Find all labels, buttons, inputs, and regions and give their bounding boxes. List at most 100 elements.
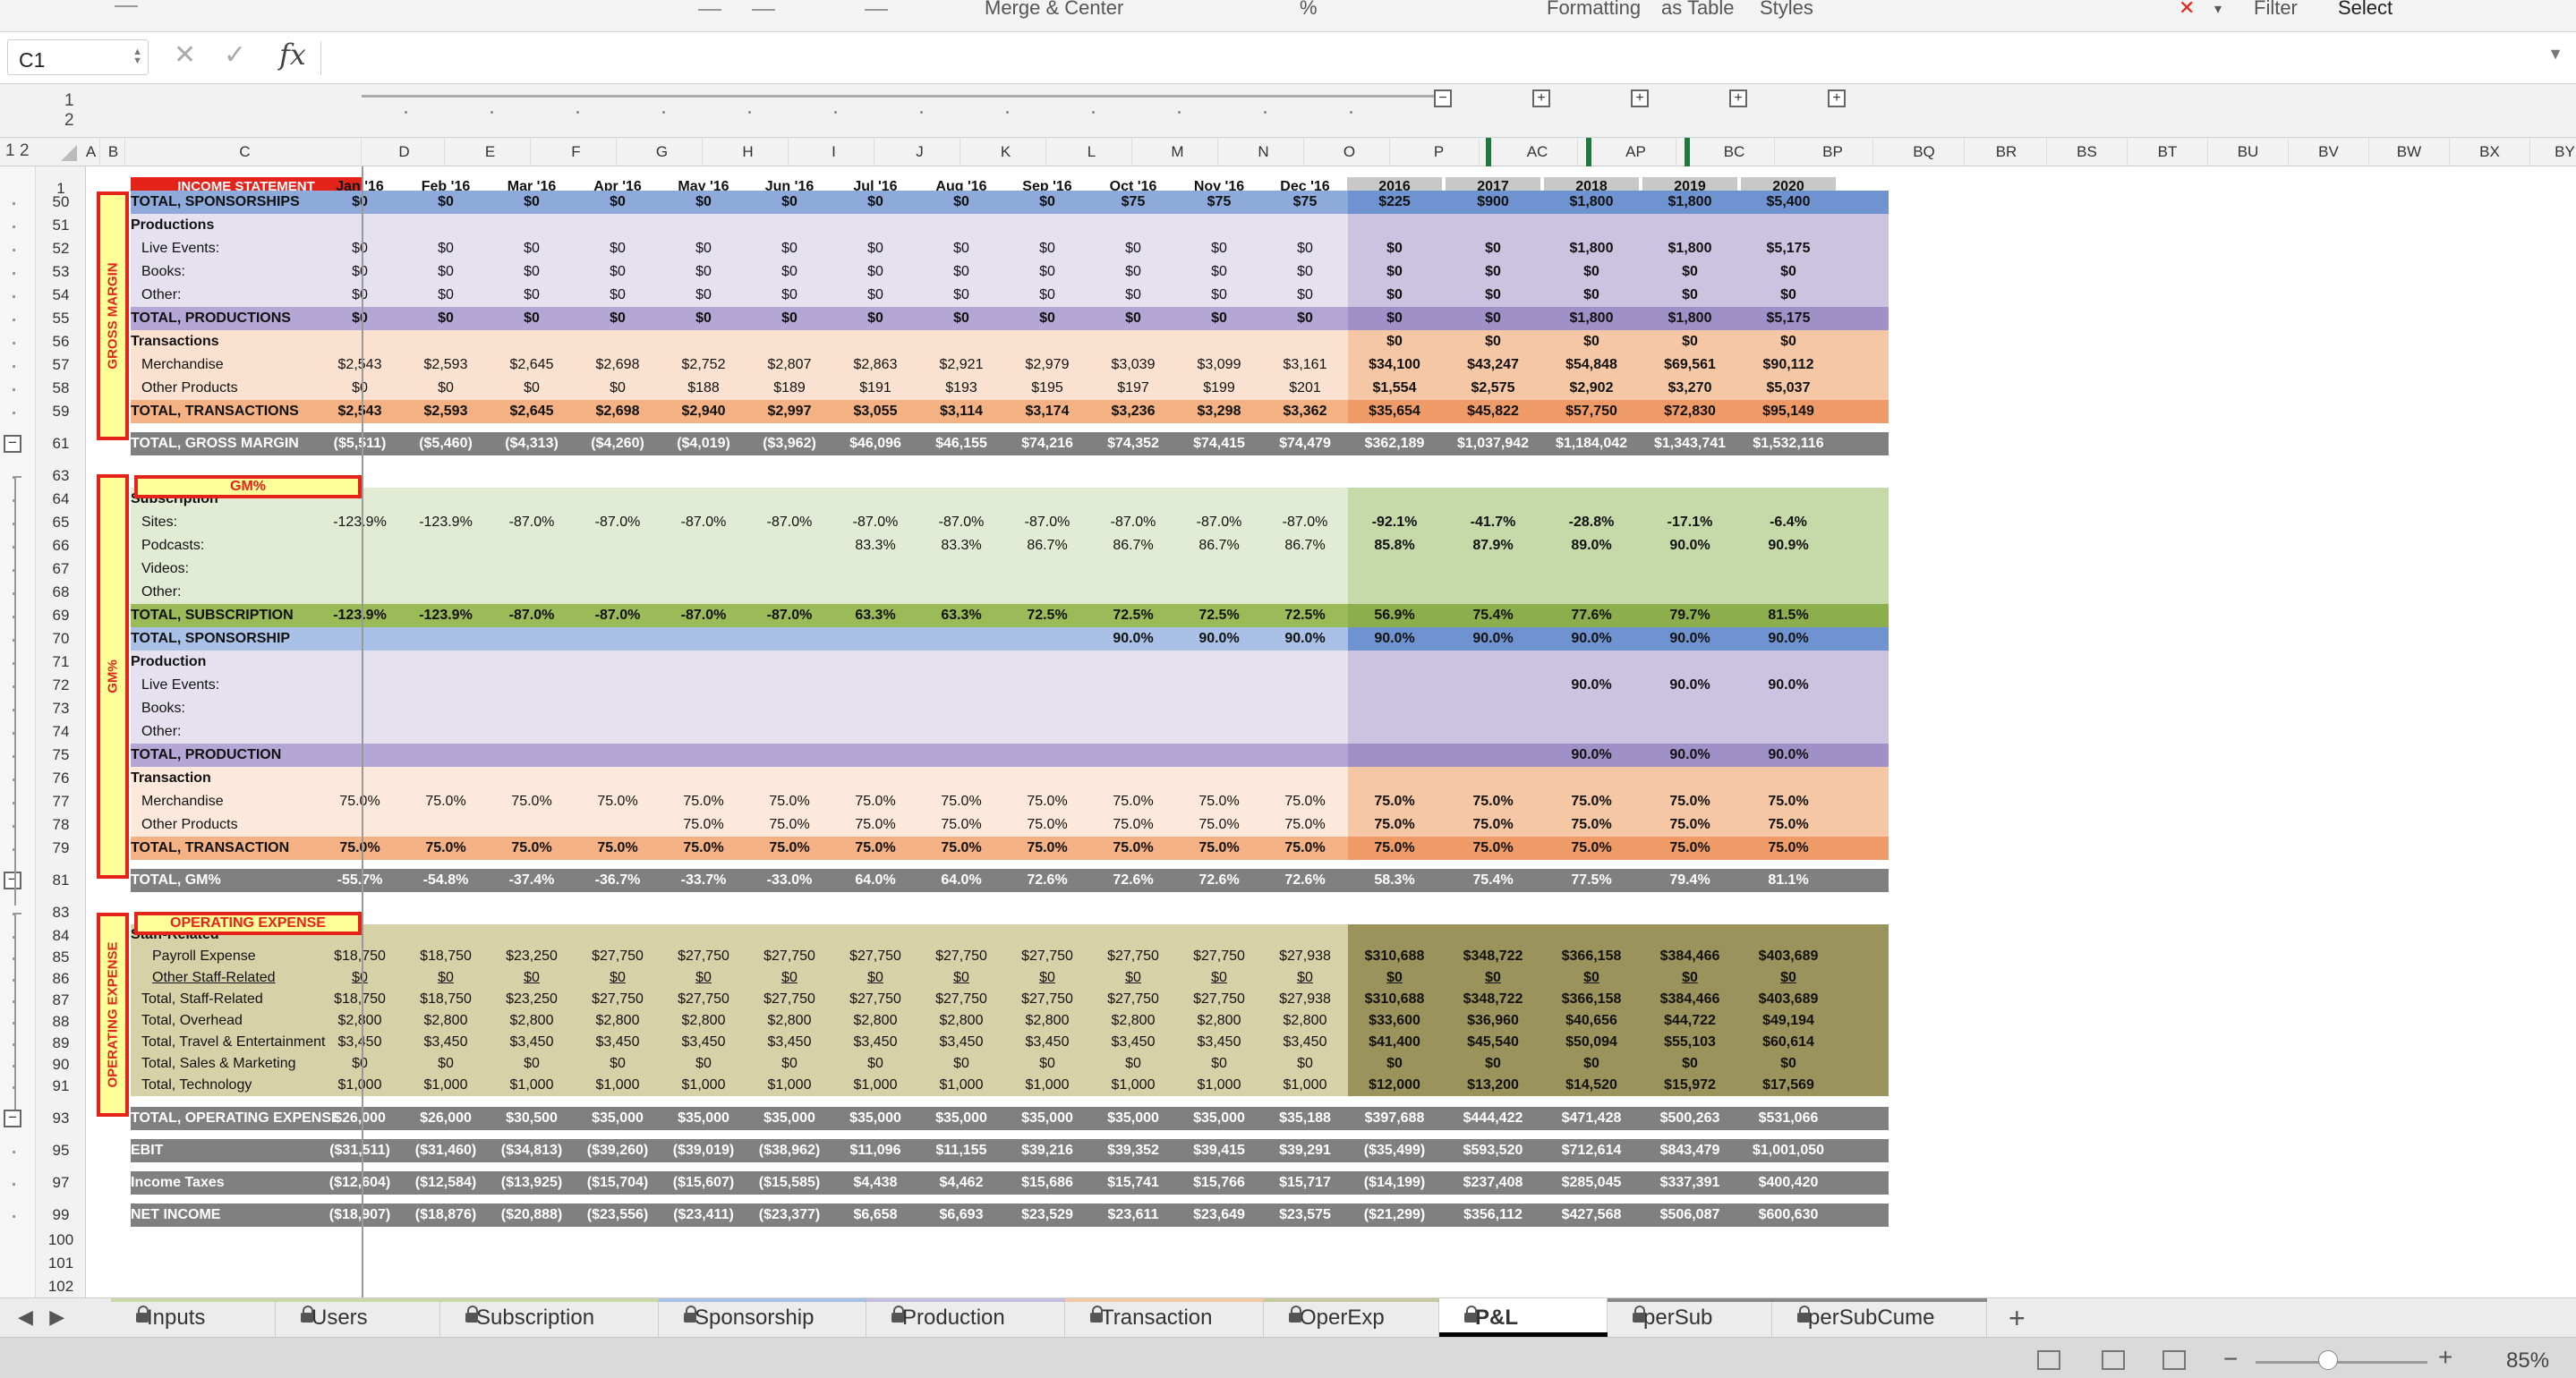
value-cell[interactable]: $600,630 xyxy=(1741,1204,1836,1227)
value-cell[interactable]: $35,188 xyxy=(1264,1107,1346,1130)
merge-center-button[interactable]: Merge & Center xyxy=(985,0,1123,20)
row-header[interactable]: 89 xyxy=(36,1032,86,1055)
value-cell[interactable]: $0 xyxy=(920,307,1002,330)
value-cell[interactable]: $0 xyxy=(1006,1053,1088,1075)
value-cell[interactable]: 75.0% xyxy=(1006,837,1088,860)
value-cell[interactable]: $1,343,741 xyxy=(1642,432,1737,455)
value-cell[interactable]: $0 xyxy=(1178,237,1260,260)
value-cell[interactable]: $1,800 xyxy=(1544,307,1639,330)
value-cell[interactable]: 75.0% xyxy=(1264,837,1346,860)
value-cell[interactable]: 75.0% xyxy=(748,837,831,860)
value-cell[interactable]: ($39,019) xyxy=(662,1139,745,1162)
value-cell[interactable]: 72.6% xyxy=(1092,869,1174,892)
value-cell[interactable]: 90.0% xyxy=(1544,744,1639,767)
value-cell[interactable]: $49,194 xyxy=(1741,1010,1836,1032)
value-cell[interactable]: $0 xyxy=(1446,260,1540,284)
value-cell[interactable]: $33,600 xyxy=(1347,1010,1442,1032)
value-cell[interactable]: 77.6% xyxy=(1544,604,1639,627)
value-cell[interactable]: $1,800 xyxy=(1544,237,1639,260)
value-cell[interactable]: $0 xyxy=(405,191,487,214)
value-cell[interactable]: $0 xyxy=(662,237,745,260)
value-cell[interactable]: ($31,460) xyxy=(405,1139,487,1162)
select-all-icon[interactable] xyxy=(61,145,77,161)
value-cell[interactable]: $0 xyxy=(834,307,917,330)
value-cell[interactable]: $2,800 xyxy=(1178,1010,1260,1032)
value-cell[interactable]: $3,450 xyxy=(834,1032,917,1053)
value-cell[interactable]: 75.0% xyxy=(748,813,831,837)
value-cell[interactable]: 72.5% xyxy=(1006,604,1088,627)
value-cell[interactable]: 75.0% xyxy=(1178,837,1260,860)
sheet-tab[interactable]: Production xyxy=(866,1298,1065,1338)
column-header-j[interactable]: J xyxy=(880,138,960,166)
value-cell[interactable]: 63.3% xyxy=(920,604,1002,627)
column-header-b[interactable]: B xyxy=(102,138,125,166)
value-cell[interactable]: $60,614 xyxy=(1741,1032,1836,1053)
value-cell[interactable]: $500,263 xyxy=(1642,1107,1737,1130)
value-cell[interactable]: -92.1% xyxy=(1347,511,1442,534)
value-cell[interactable]: $2,645 xyxy=(490,353,573,377)
value-cell[interactable]: $0 xyxy=(1347,284,1442,307)
value-cell[interactable]: 75.0% xyxy=(920,813,1002,837)
value-cell[interactable]: 75.0% xyxy=(920,837,1002,860)
value-cell[interactable]: $3,161 xyxy=(1264,353,1346,377)
row-header[interactable]: 61 xyxy=(36,432,86,455)
value-cell[interactable]: $348,722 xyxy=(1446,989,1540,1010)
value-cell[interactable]: $0 xyxy=(1347,307,1442,330)
value-cell[interactable]: $36,960 xyxy=(1446,1010,1540,1032)
value-cell[interactable]: $400,420 xyxy=(1741,1171,1836,1195)
value-cell[interactable]: $0 xyxy=(662,284,745,307)
value-cell[interactable]: ($18,876) xyxy=(405,1204,487,1227)
value-cell[interactable]: $3,099 xyxy=(1178,353,1260,377)
value-cell[interactable]: -33.7% xyxy=(662,869,745,892)
row-header[interactable]: 71 xyxy=(36,651,86,674)
value-cell[interactable]: $0 xyxy=(1347,237,1442,260)
value-cell[interactable]: 75.0% xyxy=(1741,813,1836,837)
sheet-grid[interactable]: INCOME STATEMENT Jan '16 Feb '16 Mar '16 Apr… xyxy=(86,166,2576,1297)
value-cell[interactable]: $11,155 xyxy=(920,1139,1002,1162)
value-cell[interactable]: $3,450 xyxy=(405,1032,487,1053)
value-cell[interactable]: $0 xyxy=(490,967,573,989)
value-cell[interactable]: $2,575 xyxy=(1446,377,1540,400)
value-cell[interactable]: $2,800 xyxy=(1264,1010,1346,1032)
value-cell[interactable]: 75.0% xyxy=(1264,790,1346,813)
column-header-br[interactable]: BR xyxy=(1966,138,2047,166)
value-cell[interactable]: 72.5% xyxy=(1178,604,1260,627)
value-cell[interactable]: -37.4% xyxy=(490,869,573,892)
value-cell[interactable]: $0 xyxy=(1446,330,1540,353)
value-cell[interactable]: $0 xyxy=(1178,284,1260,307)
row-header[interactable]: 53 xyxy=(36,260,86,284)
value-cell[interactable]: $0 xyxy=(576,967,659,989)
align-center-icon[interactable] xyxy=(752,4,775,11)
stepper-icon[interactable]: ▲ ▼ xyxy=(132,47,142,66)
value-cell[interactable]: $397,688 xyxy=(1347,1107,1442,1130)
collapse-group-icon[interactable]: − xyxy=(1434,89,1452,107)
value-cell[interactable]: $5,175 xyxy=(1741,307,1836,330)
value-cell[interactable]: $0 xyxy=(920,967,1002,989)
value-cell[interactable]: $900 xyxy=(1446,191,1540,214)
column-header-n[interactable]: N xyxy=(1224,138,1304,166)
value-cell[interactable]: $27,750 xyxy=(834,946,917,967)
value-cell[interactable]: $0 xyxy=(405,284,487,307)
value-cell[interactable]: 79.7% xyxy=(1642,604,1737,627)
row-header[interactable]: 67 xyxy=(36,557,86,581)
row-header[interactable]: 74 xyxy=(36,720,86,744)
value-cell[interactable]: -87.0% xyxy=(920,511,1002,534)
value-cell[interactable]: $0 xyxy=(1446,284,1540,307)
value-cell[interactable]: 75.0% xyxy=(319,837,401,860)
value-cell[interactable]: $0 xyxy=(1544,260,1639,284)
value-cell[interactable]: $1,000 xyxy=(1092,1075,1174,1096)
value-cell[interactable]: $6,658 xyxy=(834,1204,917,1227)
value-cell[interactable]: $35,000 xyxy=(920,1107,1002,1130)
value-cell[interactable]: $0 xyxy=(319,967,401,989)
column-header-by[interactable]: BY xyxy=(2525,138,2576,166)
value-cell[interactable]: ($13,925) xyxy=(490,1171,573,1195)
value-cell[interactable]: -87.0% xyxy=(1264,511,1346,534)
column-header-m[interactable]: M xyxy=(1138,138,1218,166)
value-cell[interactable]: $2,800 xyxy=(920,1010,1002,1032)
value-cell[interactable]: $0 xyxy=(1264,237,1346,260)
column-header-bc[interactable]: BC xyxy=(1694,138,1775,166)
column-header-bp[interactable]: BP xyxy=(1793,138,1873,166)
value-cell[interactable]: 75.0% xyxy=(319,790,401,813)
value-cell[interactable]: $0 xyxy=(1092,1053,1174,1075)
value-cell[interactable]: $0 xyxy=(1347,1053,1442,1075)
